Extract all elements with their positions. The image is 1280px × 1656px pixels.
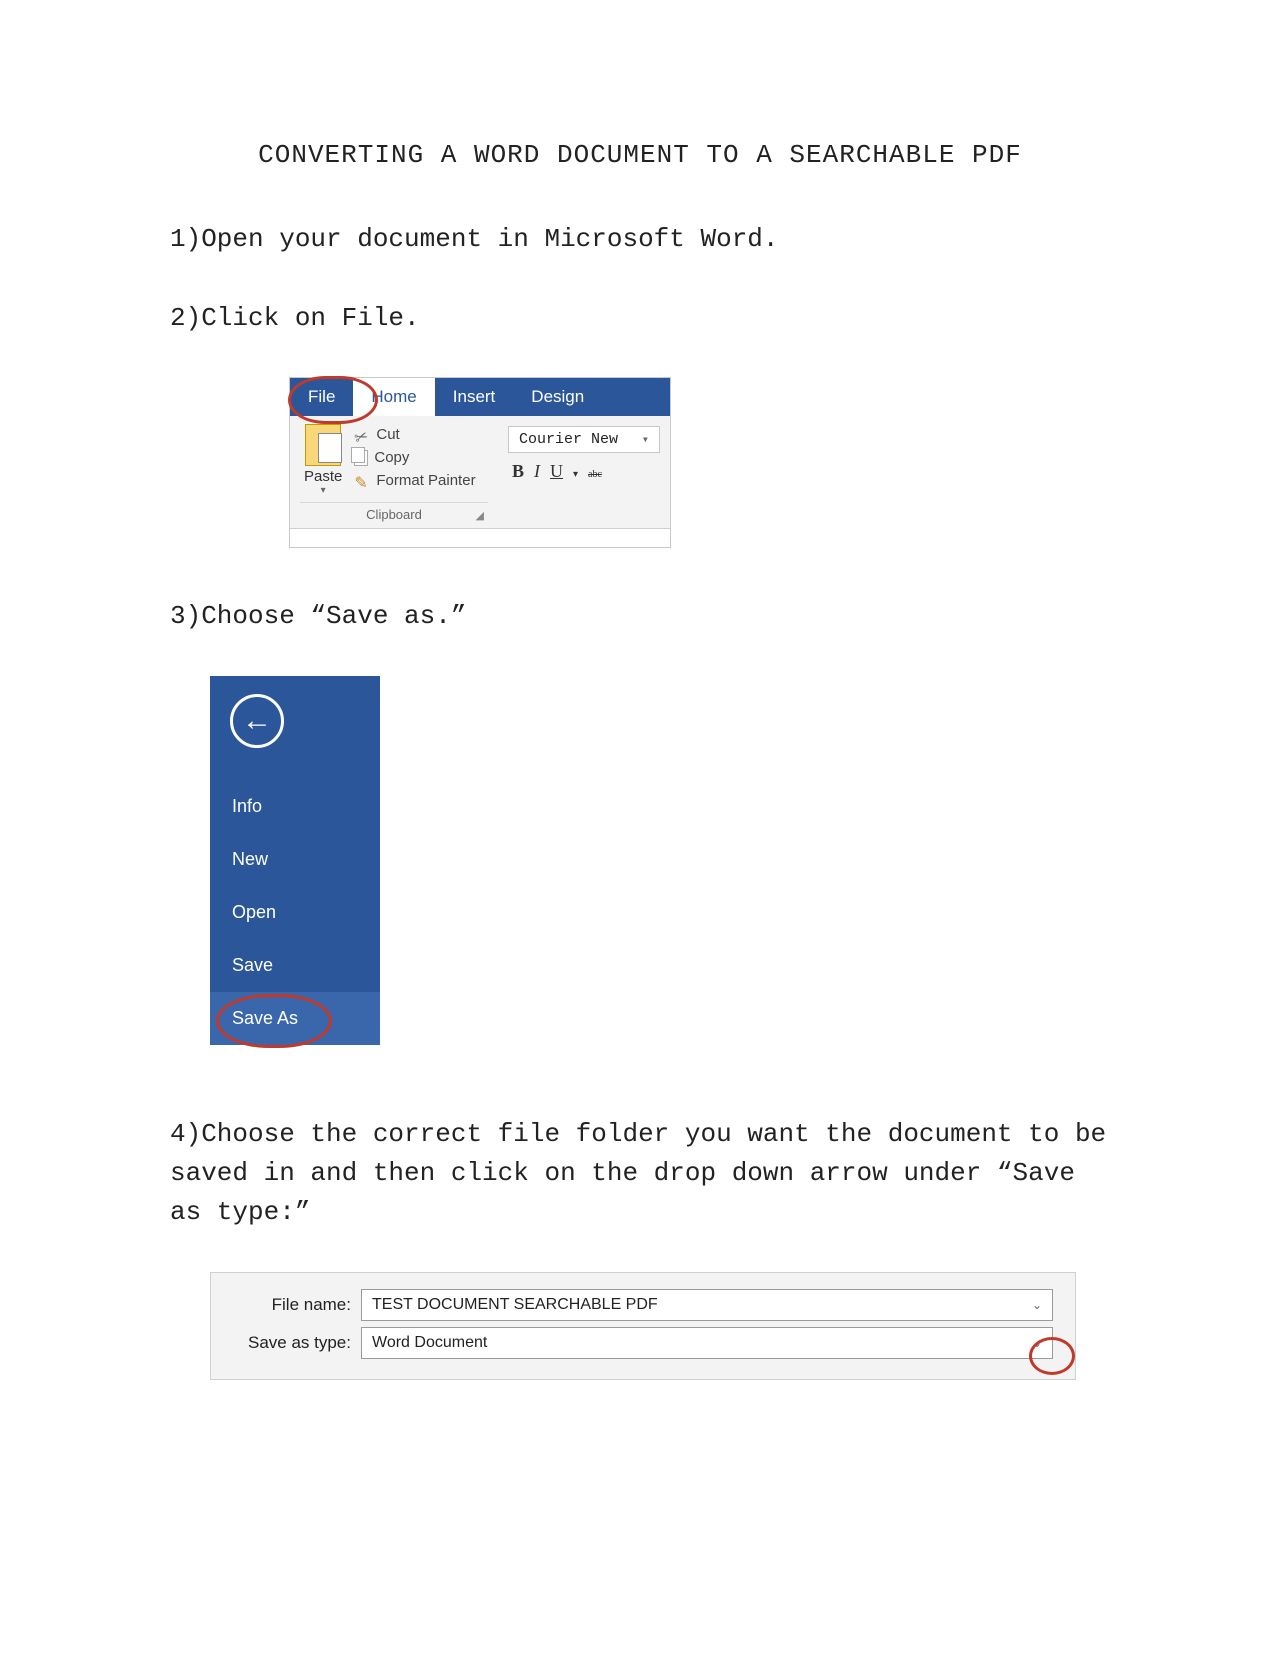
page-title: CONVERTING A WORD DOCUMENT TO A SEARCHAB… xyxy=(170,140,1110,170)
file-name-label: File name: xyxy=(211,1295,361,1315)
underline-dropdown-icon[interactable]: ▾ xyxy=(573,469,578,480)
tab-design[interactable]: Design xyxy=(513,378,602,416)
file-name-field[interactable]: TEST DOCUMENT SEARCHABLE PDF ⌄ xyxy=(361,1289,1053,1321)
tab-home[interactable]: Home xyxy=(353,378,434,416)
file-name-value: TEST DOCUMENT SEARCHABLE PDF xyxy=(372,1296,658,1314)
save-as-type-field[interactable]: Word Document ⌄ xyxy=(361,1327,1053,1359)
font-name-value: Courier New xyxy=(519,431,618,448)
chevron-down-icon: ▾ xyxy=(642,432,649,447)
paste-icon xyxy=(305,424,341,466)
step-2: 2)Click on File. xyxy=(170,299,1110,338)
tab-file-label: File xyxy=(308,387,335,407)
copy-label: Copy xyxy=(374,449,409,466)
copy-icon xyxy=(354,450,368,466)
back-arrow-icon: ← xyxy=(242,704,272,738)
step-3: 3)Choose “Save as.” xyxy=(170,597,1110,636)
font-name-dropdown[interactable]: Courier New ▾ xyxy=(508,426,660,453)
clipboard-group-label: Clipboard ◢ xyxy=(300,502,488,524)
chevron-down-icon[interactable]: ⌄ xyxy=(1032,1298,1042,1312)
paste-label: Paste xyxy=(304,468,342,485)
ruler xyxy=(290,528,670,547)
backstage-save-as-label: Save As xyxy=(232,1008,298,1028)
ribbon-tabs: File Home Insert Design xyxy=(290,378,670,416)
backstage-menu-screenshot: ← Info New Open Save Save As xyxy=(210,676,380,1045)
cut-button[interactable]: ✂ Cut xyxy=(354,426,475,443)
tab-file[interactable]: File xyxy=(290,378,353,416)
paste-dropdown-icon[interactable]: ▾ xyxy=(321,485,326,496)
word-ribbon-screenshot: File Home Insert Design Paste ▾ ✂ xyxy=(290,378,670,547)
chevron-down-icon[interactable]: ⌄ xyxy=(1032,1336,1042,1350)
back-arrow-button[interactable]: ← xyxy=(230,694,284,748)
save-as-type-label: Save as type: xyxy=(211,1333,361,1353)
dialog-launcher-icon[interactable]: ◢ xyxy=(476,509,484,522)
backstage-save[interactable]: Save xyxy=(210,939,380,992)
format-painter-button[interactable]: ✎ Format Painter xyxy=(354,472,475,489)
save-as-type-value: Word Document xyxy=(372,1334,487,1352)
backstage-info[interactable]: Info xyxy=(210,780,380,833)
cut-label: Cut xyxy=(376,426,399,443)
backstage-new[interactable]: New xyxy=(210,833,380,886)
ribbon-body: Paste ▾ ✂ Cut Copy ✎ xyxy=(290,416,670,528)
step-4: 4)Choose the correct file folder you wan… xyxy=(170,1115,1110,1232)
copy-button[interactable]: Copy xyxy=(354,449,475,466)
backstage-open[interactable]: Open xyxy=(210,886,380,939)
save-dialog-screenshot: File name: TEST DOCUMENT SEARCHABLE PDF … xyxy=(210,1272,1076,1380)
underline-button[interactable]: U xyxy=(550,461,563,482)
backstage-save-as[interactable]: Save As xyxy=(210,992,380,1045)
format-painter-label: Format Painter xyxy=(376,472,475,489)
clipboard-group: Paste ▾ ✂ Cut Copy ✎ xyxy=(300,424,488,524)
brush-icon: ✎ xyxy=(354,473,370,489)
tab-insert[interactable]: Insert xyxy=(435,378,514,416)
paste-button[interactable]: Paste ▾ xyxy=(300,424,346,496)
strikethrough-button[interactable]: abc xyxy=(588,469,602,480)
step-1: 1)Open your document in Microsoft Word. xyxy=(170,220,1110,259)
scissors-icon: ✂ xyxy=(352,424,373,445)
italic-button[interactable]: I xyxy=(534,461,540,482)
font-group: Courier New ▾ B I U ▾ abc xyxy=(508,424,660,524)
bold-button[interactable]: B xyxy=(512,461,524,482)
